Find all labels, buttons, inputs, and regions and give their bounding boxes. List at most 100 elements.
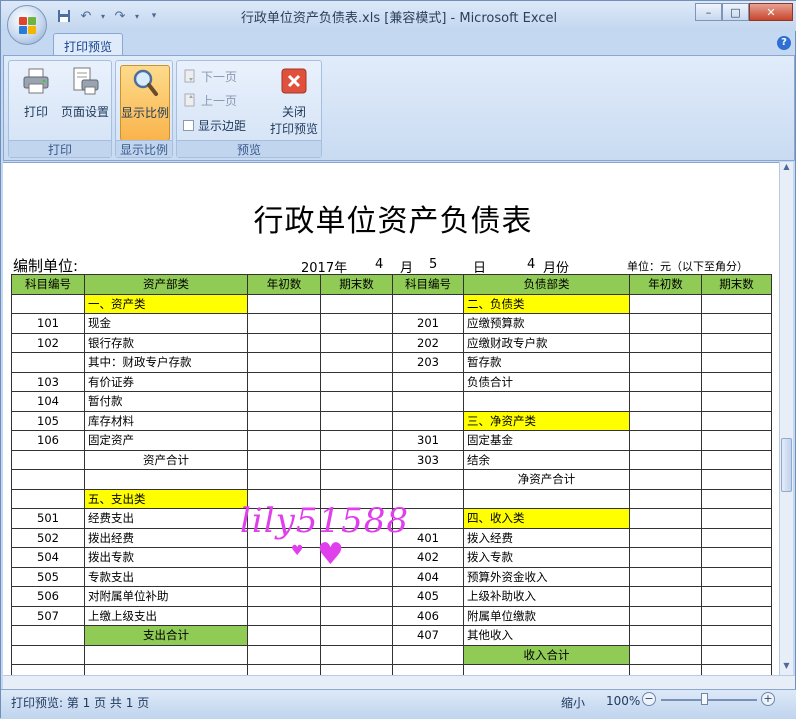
table-cell[interactable]	[320, 332, 393, 353]
table-cell[interactable]	[701, 547, 772, 568]
table-cell[interactable]	[701, 644, 772, 665]
table-cell[interactable]	[392, 664, 464, 675]
table-cell[interactable]: 二、负债类	[463, 293, 630, 314]
table-cell[interactable]: 407	[392, 625, 464, 646]
table-cell[interactable]	[701, 430, 772, 451]
table-cell[interactable]	[247, 566, 321, 587]
table-cell[interactable]	[629, 644, 702, 665]
table-cell[interactable]: 暂存款	[463, 352, 630, 373]
table-cell[interactable]: 收入合计	[463, 644, 630, 665]
table-cell[interactable]: 固定资产	[84, 430, 248, 451]
table-cell[interactable]: 固定基金	[463, 430, 630, 451]
table-cell[interactable]	[320, 352, 393, 373]
table-cell[interactable]	[629, 293, 702, 314]
table-cell[interactable]	[247, 664, 321, 675]
table-cell[interactable]	[247, 313, 321, 334]
table-cell[interactable]: 106	[11, 430, 85, 451]
table-cell[interactable]: 406	[392, 605, 464, 626]
table-cell[interactable]: 对附属单位补助	[84, 586, 248, 607]
table-cell[interactable]	[247, 430, 321, 451]
scroll-up-icon[interactable]: ▲	[780, 162, 793, 176]
table-cell[interactable]: 拨入专款	[463, 547, 630, 568]
table-cell[interactable]: 101	[11, 313, 85, 334]
table-cell[interactable]: 银行存款	[84, 332, 248, 353]
table-cell[interactable]	[392, 391, 464, 412]
table-cell[interactable]	[701, 371, 772, 392]
table-cell[interactable]	[247, 332, 321, 353]
table-cell[interactable]	[701, 605, 772, 626]
table-cell[interactable]: 上级补助收入	[463, 586, 630, 607]
table-cell[interactable]	[701, 664, 772, 675]
table-cell[interactable]	[247, 410, 321, 431]
table-cell[interactable]: 202	[392, 332, 464, 353]
table-cell[interactable]	[629, 605, 702, 626]
table-cell[interactable]	[629, 547, 702, 568]
table-cell[interactable]: 支出合计	[84, 625, 248, 646]
table-cell[interactable]	[701, 332, 772, 353]
table-cell[interactable]	[701, 293, 772, 314]
table-cell[interactable]: 拨出专款	[84, 547, 248, 568]
table-cell[interactable]	[247, 605, 321, 626]
table-cell[interactable]	[392, 293, 464, 314]
table-cell[interactable]: 其他收入	[463, 625, 630, 646]
table-cell[interactable]	[247, 547, 321, 568]
table-cell[interactable]: 三、净资产类	[463, 410, 630, 431]
table-cell[interactable]: 四、收入类	[463, 508, 630, 529]
table-cell[interactable]: 501	[11, 508, 85, 529]
table-cell[interactable]: 应缴预算款	[463, 313, 630, 334]
table-cell[interactable]	[320, 313, 393, 334]
table-cell[interactable]	[629, 391, 702, 412]
table-cell[interactable]: 暂付款	[84, 391, 248, 412]
table-cell[interactable]	[701, 488, 772, 509]
table-cell[interactable]	[392, 644, 464, 665]
table-cell[interactable]: 拨出经费	[84, 527, 248, 548]
table-cell[interactable]: 资产合计	[84, 449, 248, 470]
table-cell[interactable]	[701, 352, 772, 373]
vertical-scrollbar[interactable]: ▲ ▼	[779, 162, 793, 675]
help-icon[interactable]: ?	[777, 36, 791, 50]
table-cell[interactable]	[11, 664, 85, 675]
table-cell[interactable]: 103	[11, 371, 85, 392]
table-cell[interactable]	[463, 664, 630, 675]
table-cell[interactable]: 104	[11, 391, 85, 412]
table-cell[interactable]: 507	[11, 605, 85, 626]
table-cell[interactable]	[392, 371, 464, 392]
table-cell[interactable]: 402	[392, 547, 464, 568]
table-cell[interactable]: 404	[392, 566, 464, 587]
table-cell[interactable]	[629, 449, 702, 470]
table-cell[interactable]	[11, 488, 85, 509]
table-cell[interactable]	[247, 586, 321, 607]
table-cell[interactable]	[247, 625, 321, 646]
table-cell[interactable]	[701, 586, 772, 607]
table-cell[interactable]	[247, 371, 321, 392]
table-cell[interactable]: 506	[11, 586, 85, 607]
table-cell[interactable]	[701, 469, 772, 490]
show-margins-checkbox[interactable]: 显示边距	[183, 116, 246, 134]
table-cell[interactable]	[11, 352, 85, 373]
zoom-percentage[interactable]: 100%	[606, 694, 640, 708]
table-cell[interactable]	[629, 469, 702, 490]
table-cell[interactable]	[320, 605, 393, 626]
table-cell[interactable]	[701, 566, 772, 587]
table-cell[interactable]	[320, 469, 393, 490]
table-cell[interactable]: 经费支出	[84, 508, 248, 529]
table-cell[interactable]	[11, 625, 85, 646]
table-cell[interactable]	[320, 391, 393, 412]
table-cell[interactable]: 505	[11, 566, 85, 587]
table-cell[interactable]	[629, 625, 702, 646]
zoom-minus-icon[interactable]: −	[642, 692, 656, 706]
table-cell[interactable]	[11, 644, 85, 665]
table-cell[interactable]	[84, 469, 248, 490]
zoom-button[interactable]: 显示比例	[120, 65, 170, 141]
table-cell[interactable]	[247, 293, 321, 314]
horizontal-scrollbar[interactable]	[3, 675, 795, 689]
table-cell[interactable]	[629, 566, 702, 587]
table-cell[interactable]: 库存材料	[84, 410, 248, 431]
table-cell[interactable]	[463, 391, 630, 412]
table-cell[interactable]: 拨入经费	[463, 527, 630, 548]
table-cell[interactable]	[392, 410, 464, 431]
table-cell[interactable]	[320, 664, 393, 675]
tab-print-preview[interactable]: 打印预览	[53, 33, 124, 57]
table-cell[interactable]: 504	[11, 547, 85, 568]
table-cell[interactable]	[84, 644, 248, 665]
